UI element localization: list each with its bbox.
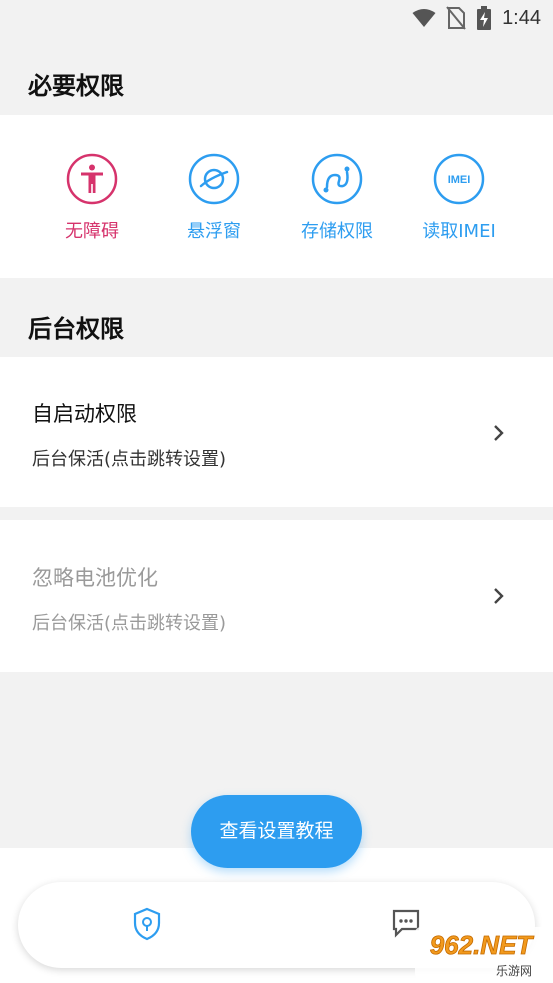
permission-imei[interactable]: IMEI 读取IMEI xyxy=(398,115,520,243)
chevron-right-icon xyxy=(494,425,504,441)
imei-icon-text: IMEI xyxy=(448,174,471,186)
permission-floating-window[interactable]: 悬浮窗 xyxy=(153,115,275,243)
svg-text:962.NET: 962.NET xyxy=(430,930,535,960)
permission-label: 无障碍 xyxy=(65,221,119,242)
status-bar: 1:44 xyxy=(0,0,553,36)
permission-label: 悬浮窗 xyxy=(187,221,241,242)
no-sim-icon xyxy=(446,6,466,30)
imei-icon: IMEI xyxy=(433,153,485,205)
status-time: 1:44 xyxy=(502,6,541,29)
wifi-icon xyxy=(412,9,436,27)
svg-text:乐游网: 乐游网 xyxy=(496,964,532,978)
battery-optimization-row[interactable]: 忽略电池优化 后台保活(点击跳转设置) xyxy=(0,520,553,672)
permission-label: 存储权限 xyxy=(301,221,373,242)
accessibility-icon xyxy=(66,153,118,205)
row-subtitle: 后台保活(点击跳转设置) xyxy=(32,613,227,634)
permission-storage[interactable]: 存储权限 xyxy=(276,115,398,243)
background-permissions-title: 后台权限 xyxy=(28,315,124,343)
required-permissions-card: 无障碍 悬浮窗 存储权限 IMEI 读取IMEI xyxy=(0,115,553,278)
storage-icon xyxy=(311,153,363,205)
permission-label: 读取IMEI xyxy=(422,221,496,242)
autostart-permission-row[interactable]: 自启动权限 后台保活(点击跳转设置) xyxy=(0,357,553,507)
row-title: 忽略电池优化 xyxy=(32,566,158,590)
battery-charging-icon xyxy=(477,6,492,30)
row-subtitle: 后台保活(点击跳转设置) xyxy=(32,449,227,470)
chevron-right-icon xyxy=(494,588,504,604)
permission-accessibility[interactable]: 无障碍 xyxy=(31,115,153,243)
shield-location-icon[interactable] xyxy=(132,907,162,941)
row-title: 自启动权限 xyxy=(32,402,137,426)
required-permissions-title: 必要权限 xyxy=(28,72,124,100)
view-tutorial-button[interactable]: 查看设置教程 xyxy=(191,795,362,868)
watermark-logo: 962.NET 乐游网 xyxy=(415,927,548,980)
floating-window-icon xyxy=(188,153,240,205)
